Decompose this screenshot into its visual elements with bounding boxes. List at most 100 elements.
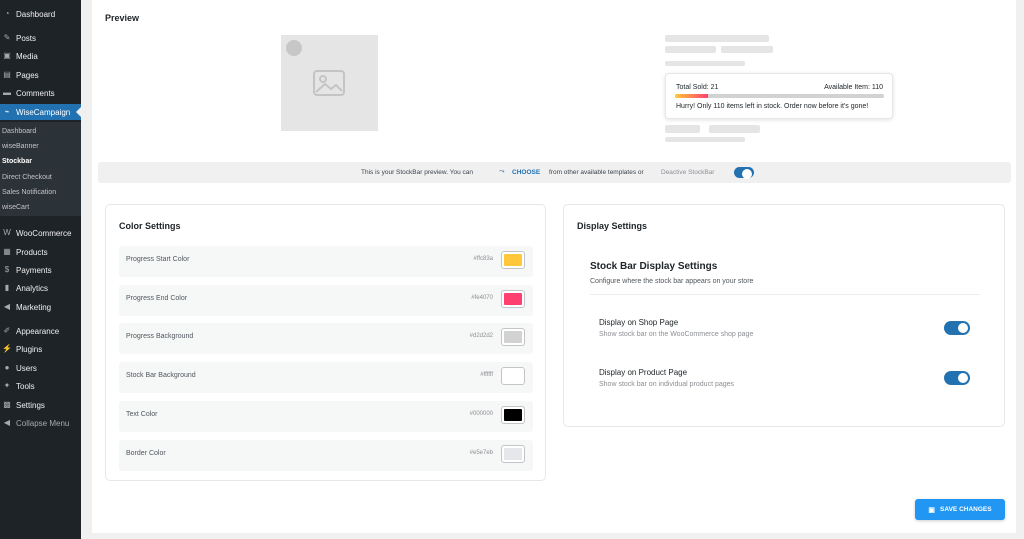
color-setting-row: Stock Bar Background #ffffff [119, 362, 533, 394]
color-hex-value: #e5e7eb [469, 449, 493, 456]
stock-progress-bar [675, 94, 884, 98]
color-setting-row: Text Color #000000 [119, 400, 533, 432]
main-content: Preview Total Sold: 21 Available Item: 1… [92, 0, 1016, 533]
sidebar-item-label: Appearance [16, 326, 60, 336]
sidebar-item-label: Users [16, 363, 37, 373]
sidebar-item-label: Marketing [16, 302, 52, 312]
stockbar-active-toggle[interactable] [734, 167, 754, 179]
display-option-toggle[interactable] [944, 321, 970, 335]
save-changes-button[interactable]: ▣ SAVE CHANGES [915, 499, 1005, 520]
color-setting-row: Progress Start Color #ffc83a [119, 246, 533, 277]
sidebar-item-woocommerce[interactable]: W WooCommerce [0, 225, 81, 241]
sidebar-item-label: Tools [16, 381, 35, 391]
collapse-icon: ◀ [3, 418, 11, 427]
skeleton-line [665, 35, 769, 42]
choose-template-link[interactable]: CHOOSE [512, 169, 540, 176]
comments-icon: ▬ [3, 88, 11, 97]
sidebar-item-dashboard[interactable]: ◔ Dashboard [0, 6, 81, 22]
sidebar-item-posts[interactable]: ✎ Posts [0, 30, 81, 46]
display-option-label: Display on Product Page [599, 368, 688, 377]
sidebar-item-label: WiseCampaign [16, 107, 71, 117]
sidebar-item-wisecampaign[interactable]: ⌁ WiseCampaign [0, 104, 81, 120]
display-option-help: Show stock bar on individual product pag… [599, 381, 735, 388]
color-swatch-fill [504, 447, 522, 460]
skeleton-line [665, 125, 700, 133]
sidebar-item-label: Pages [16, 70, 39, 80]
sidebar-item-marketing[interactable]: ◀ Marketing [0, 299, 81, 315]
sidebar-item-pages[interactable]: ▤ Pages [0, 67, 81, 83]
color-swatch-fill [504, 370, 522, 383]
wisecampaign-icon: ⌁ [4, 107, 10, 116]
sidebar-item-analytics[interactable]: ▮ Analytics [0, 280, 81, 296]
sidebar-item-label: Comments [16, 88, 55, 98]
plugins-icon: ⚡ [2, 344, 12, 353]
skeleton-line [665, 137, 745, 142]
analytics-icon: ▮ [4, 283, 10, 292]
submenu-item-direct-checkout[interactable]: Direct Checkout [2, 174, 52, 181]
color-swatch-picker[interactable] [501, 405, 525, 424]
pages-icon: ▤ [3, 70, 11, 79]
color-swatch-picker[interactable] [501, 251, 525, 269]
deactivate-stockbar-label: Deactive StockBar [661, 169, 715, 176]
sidebar-item-label: Posts [16, 33, 37, 43]
sidebar-item-appearance[interactable]: ✐ Appearance [0, 323, 81, 339]
stock-message: Hurry! Only 110 items left in stock. Ord… [676, 103, 869, 110]
sidebar-item-label: Analytics [16, 283, 49, 293]
submenu-item-stockbar[interactable]: Stockbar [2, 158, 32, 165]
color-setting-label: Progress Start Color [126, 256, 190, 263]
display-settings-subtitle: Stock Bar Display Settings [590, 261, 718, 272]
save-changes-label: SAVE CHANGES [940, 506, 992, 513]
color-swatch-picker[interactable] [501, 289, 525, 308]
image-icon [313, 70, 345, 96]
stock-progress-fill [675, 94, 709, 98]
submenu-item-wisecart[interactable]: wiseCart [2, 204, 29, 211]
display-option-help: Show stock bar on the WooCommerce shop p… [599, 331, 754, 338]
megaphone-icon: ◀ [3, 302, 11, 311]
sidebar-item-plugins[interactable]: ⚡ Plugins [0, 341, 81, 357]
wisecampaign-submenu: Dashboard wiseBanner Stockbar Direct Checko… [0, 122, 81, 216]
sidebar-item-collapse-menu[interactable]: ◀ Collapse Menu [0, 415, 81, 431]
skeleton-line [665, 61, 745, 66]
pin-icon: ✎ [3, 33, 11, 42]
tools-icon: ✦ [3, 381, 11, 390]
color-hex-value: #000000 [469, 410, 493, 417]
woocommerce-icon: W [3, 228, 11, 237]
sidebar-item-settings[interactable]: ▩ Settings [0, 397, 81, 413]
display-option-label: Display on Shop Page [599, 318, 679, 327]
sidebar-item-label: Dashboard [16, 9, 56, 19]
sidebar-item-label: Settings [16, 400, 45, 410]
sidebar-item-users[interactable]: ● Users [0, 360, 81, 376]
sidebar-item-label: Payments [16, 265, 52, 275]
color-swatch-picker[interactable] [501, 444, 525, 463]
divider [590, 294, 980, 295]
payments-icon: $ [4, 265, 10, 274]
color-setting-label: Progress Background [126, 333, 194, 341]
color-setting-label: Progress End Color [126, 294, 188, 302]
sidebar-item-payments[interactable]: $ Payments [0, 262, 81, 278]
preview-info-bar: This is your StockBar preview. You can ⤳… [98, 162, 1011, 183]
media-icon: ▣ [3, 51, 11, 60]
color-settings-panel: Color Settings Progress Start Color #ffc8… [105, 204, 546, 481]
submenu-item-wisebanner[interactable]: wiseBanner [2, 143, 39, 150]
display-settings-title: Display Settings [577, 221, 648, 231]
color-swatch-fill [504, 331, 522, 344]
sidebar-item-products[interactable]: ▦ Products [0, 244, 81, 260]
color-swatch-picker[interactable] [501, 328, 525, 347]
color-hex-value: #ffffff [480, 372, 493, 379]
skeleton-line [665, 46, 716, 53]
sidebar-item-tools[interactable]: ✦ Tools [0, 378, 81, 394]
color-swatch-picker[interactable] [501, 367, 525, 386]
submenu-item-dashboard[interactable]: Dashboard [2, 128, 36, 135]
info-text-prefix: This is your StockBar preview. You can [361, 169, 474, 176]
sidebar-item-media[interactable]: ▣ Media [0, 48, 81, 64]
color-settings-title: Color Settings [119, 221, 181, 231]
dashboard-icon: ◔ [4, 9, 10, 18]
total-sold-text: Total Sold: 21 [676, 84, 719, 91]
sidebar-item-comments[interactable]: ▬ Comments [0, 85, 81, 101]
choose-icon: ⤳ [499, 168, 505, 175]
display-option-toggle[interactable] [944, 371, 970, 385]
color-hex-value: #d2d2d2 [469, 333, 493, 340]
sidebar-item-label: Plugins [16, 344, 43, 354]
color-hex-value: #fe4070 [471, 294, 493, 301]
submenu-item-sales-notification[interactable]: Sales Notification [2, 189, 56, 196]
